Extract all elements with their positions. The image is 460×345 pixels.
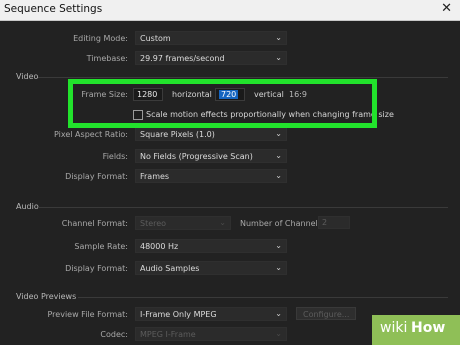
editing-mode-select[interactable]: Custom ⌄ [135, 31, 287, 45]
num-channels-label: Number of Channels: [240, 219, 325, 228]
audio-divider [38, 207, 448, 208]
chevron-down-icon: ⌄ [275, 171, 282, 180]
settings-panel: Editing Mode: Custom ⌄ Timebase: 29.97 f… [0, 21, 460, 345]
preview-file-format-value: I-Frame Only MPEG [140, 310, 217, 319]
codec-label: Codec: [100, 330, 128, 339]
chevron-down-icon: ⌄ [219, 218, 226, 227]
wikihow-watermark: wiki How [372, 315, 460, 345]
chevron-down-icon: ⌄ [275, 241, 282, 250]
video-divider [38, 77, 448, 78]
sample-rate-label: Sample Rate: [74, 242, 128, 251]
editing-mode-label: Editing Mode: [73, 34, 128, 43]
audio-display-format-value: Audio Samples [140, 264, 200, 273]
num-channels-input: 2 [318, 216, 350, 229]
chevron-down-icon: ⌄ [275, 263, 282, 272]
previews-divider [78, 297, 448, 298]
close-icon[interactable]: ✕ [441, 1, 452, 16]
preview-file-format-select[interactable]: I-Frame Only MPEG ⌄ [135, 307, 287, 321]
chevron-down-icon: ⌄ [275, 53, 282, 62]
codec-select: MPEG I-Frame ⌄ [135, 327, 287, 341]
editing-mode-value: Custom [140, 34, 171, 43]
video-section-title: Video [16, 72, 39, 81]
timebase-value: 29.97 frames/second [140, 54, 225, 63]
channel-format-select: Stereo ⌄ [135, 216, 231, 230]
pixel-aspect-value: Square Pixels (1.0) [140, 130, 215, 139]
fields-select[interactable]: No Fields (Progressive Scan) ⌄ [135, 149, 287, 163]
timebase-label: Timebase: [86, 54, 128, 63]
chevron-down-icon: ⌄ [275, 151, 282, 160]
audio-display-format-label: Display Format: [65, 264, 128, 273]
sample-rate-select[interactable]: 48000 Hz ⌄ [135, 239, 287, 253]
channel-format-value: Stereo [140, 219, 167, 228]
configure-button[interactable]: Configure... [296, 307, 356, 320]
watermark-how: How [411, 320, 446, 336]
watermark-wiki: wiki [380, 320, 408, 336]
fields-value: No Fields (Progressive Scan) [140, 152, 253, 161]
num-channels-value: 2 [322, 218, 328, 227]
codec-value: MPEG I-Frame [140, 330, 196, 339]
window-title: Sequence Settings [4, 3, 103, 15]
pixel-aspect-label: Pixel Aspect Ratio: [54, 130, 128, 139]
video-display-format-value: Frames [140, 172, 170, 181]
audio-section-title: Audio [16, 202, 39, 211]
fields-label: Fields: [102, 152, 128, 161]
chevron-down-icon: ⌄ [275, 33, 282, 42]
sample-rate-value: 48000 Hz [140, 242, 179, 251]
audio-display-format-select[interactable]: Audio Samples ⌄ [135, 261, 287, 275]
channel-format-label: Channel Format: [61, 219, 128, 228]
video-display-format-label: Display Format: [65, 172, 128, 181]
chevron-down-icon: ⌄ [275, 129, 282, 138]
title-bar: Sequence Settings ✕ [0, 0, 460, 21]
video-display-format-select[interactable]: Frames ⌄ [135, 169, 287, 183]
timebase-select[interactable]: 29.97 frames/second ⌄ [135, 51, 287, 65]
frame-size-highlight-box [68, 79, 377, 128]
pixel-aspect-select[interactable]: Square Pixels (1.0) ⌄ [135, 127, 287, 141]
video-previews-section-title: Video Previews [16, 292, 77, 301]
chevron-down-icon: ⌄ [275, 329, 282, 338]
preview-file-format-label: Preview File Format: [47, 310, 129, 319]
chevron-down-icon: ⌄ [275, 309, 282, 318]
